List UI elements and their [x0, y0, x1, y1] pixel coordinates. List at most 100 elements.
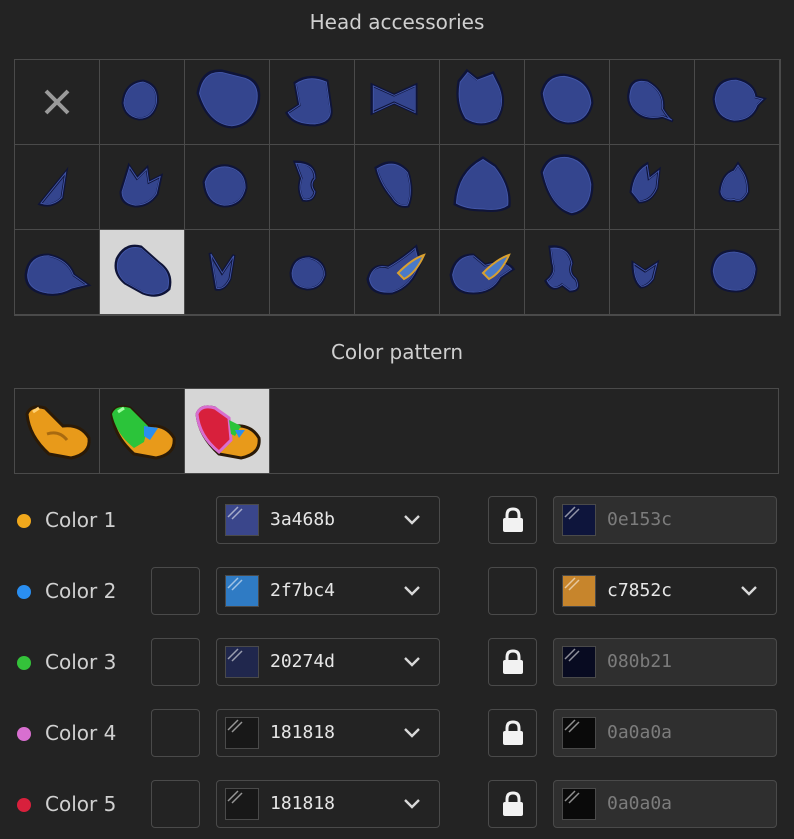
- hat-8-icon: [712, 77, 767, 123]
- lock-toggle[interactable]: [488, 638, 537, 686]
- color-select[interactable]: 3a468b: [216, 496, 440, 544]
- color-checkbox[interactable]: [151, 780, 200, 828]
- shade-color-select[interactable]: c7852c: [553, 567, 777, 615]
- bow-icon: [370, 82, 418, 116]
- accessory-option-2[interactable]: [100, 60, 185, 145]
- shade-color-swatch: [562, 646, 596, 678]
- accessory-option-13[interactable]: [270, 145, 355, 230]
- lock-icon: [502, 649, 523, 674]
- hat-12-icon: [292, 160, 317, 202]
- color-swatch: [225, 646, 259, 678]
- hat-19-icon: [114, 244, 172, 297]
- accessory-option-26[interactable]: [610, 230, 695, 315]
- color-select[interactable]: 181818: [216, 709, 440, 757]
- accessory-option-18[interactable]: [695, 145, 780, 230]
- color-hex-value: 181818: [270, 722, 336, 743]
- shade-color-swatch: [562, 717, 596, 749]
- accessory-option-5[interactable]: [355, 60, 440, 145]
- color-dot: [17, 514, 31, 528]
- pattern-icon-1: [25, 405, 91, 460]
- hat-5-icon: [456, 68, 504, 126]
- hat-15-icon: [540, 154, 594, 216]
- color-hex-value: 2f7bc4: [270, 580, 336, 601]
- lock-toggle[interactable]: [488, 709, 537, 757]
- hat-6-icon: [540, 73, 594, 125]
- hat-16-icon: [629, 161, 661, 204]
- accessory-option-9[interactable]: [695, 60, 780, 145]
- accessory-option-16[interactable]: [525, 145, 610, 230]
- color-row-1: Color 1 3a468b 0e153c: [0, 496, 794, 546]
- lock-toggle[interactable]: [488, 780, 537, 828]
- color-row-5: Color 5 181818 0a0a0a: [0, 780, 794, 830]
- hat-3-icon: [285, 76, 333, 127]
- accessory-option-15[interactable]: [440, 145, 525, 230]
- accessory-option-4[interactable]: [270, 60, 355, 145]
- color-swatch: [225, 717, 259, 749]
- shade-color-swatch: [562, 504, 596, 536]
- color-checkbox[interactable]: [151, 709, 200, 757]
- chevron-down-icon: [404, 728, 420, 738]
- color-row-2: Color 2 2f7bc4 c7852c: [0, 567, 794, 617]
- lock-toggle[interactable]: [488, 567, 537, 615]
- accessory-option-14[interactable]: [355, 145, 440, 230]
- accessory-option-6[interactable]: [440, 60, 525, 145]
- color-label: Color 1: [45, 508, 117, 532]
- color-dot: [17, 585, 31, 599]
- pattern-icon-2: [110, 405, 176, 460]
- hat-10-icon: [119, 162, 164, 208]
- shade-hex-value: 0a0a0a: [607, 722, 673, 743]
- accessory-option-25[interactable]: [525, 230, 610, 315]
- color-checkbox[interactable]: [151, 638, 200, 686]
- shade-hex-value: c7852c: [607, 580, 673, 601]
- shade-color-swatch: [562, 575, 596, 607]
- none-x-icon: [44, 89, 70, 115]
- lock-toggle[interactable]: [488, 496, 537, 544]
- hat-20-icon: [208, 252, 236, 291]
- color-dot: [17, 727, 31, 741]
- hat-26-icon: [710, 249, 758, 293]
- accessory-option-3[interactable]: [185, 60, 270, 145]
- chevron-down-icon: [404, 799, 420, 809]
- color-pattern-title: Color pattern: [330, 340, 464, 364]
- pattern-option-3[interactable]: [185, 389, 270, 473]
- hat-13-icon: [374, 161, 413, 208]
- color-row-4: Color 4 181818 0a0a0a: [0, 709, 794, 759]
- accessory-option-8[interactable]: [610, 60, 695, 145]
- accessory-option-11[interactable]: [100, 145, 185, 230]
- accessory-option-19[interactable]: [15, 230, 100, 315]
- shade-hex-value: 080b21: [607, 651, 673, 672]
- color-dot: [17, 798, 31, 812]
- pattern-option-1[interactable]: [15, 389, 100, 473]
- accessory-option-21[interactable]: [185, 230, 270, 315]
- pattern-option-2[interactable]: [100, 389, 185, 473]
- color-pattern-grid: [14, 388, 779, 474]
- color-swatch: [225, 504, 259, 536]
- color-select[interactable]: 181818: [216, 780, 440, 828]
- color-label: Color 3: [45, 650, 117, 674]
- accessory-option-7[interactable]: [525, 60, 610, 145]
- hat-24-icon: [544, 245, 580, 293]
- color-label: Color 4: [45, 721, 117, 745]
- color-select[interactable]: 20274d: [216, 638, 440, 686]
- shade-hex-value: 0a0a0a: [607, 793, 673, 814]
- hat-9-icon: [37, 166, 69, 207]
- color-label: Color 2: [45, 579, 117, 603]
- hat-17-icon: [718, 161, 750, 203]
- accessory-option-12[interactable]: [185, 145, 270, 230]
- accessory-option-17[interactable]: [610, 145, 695, 230]
- accessory-option-23[interactable]: [355, 230, 440, 315]
- accessory-option-24[interactable]: [440, 230, 525, 315]
- color-hex-value: 3a468b: [270, 509, 336, 530]
- chevron-down-icon: [404, 657, 420, 667]
- shade-color-select: 080b21: [553, 638, 777, 686]
- accessory-option-10[interactable]: [15, 145, 100, 230]
- color-select[interactable]: 2f7bc4: [216, 567, 440, 615]
- lock-icon: [502, 791, 523, 816]
- accessory-option-1[interactable]: [15, 60, 100, 145]
- accessory-option-20[interactable]: [100, 230, 185, 315]
- color-hex-value: 20274d: [270, 651, 336, 672]
- accessory-option-22[interactable]: [270, 230, 355, 315]
- color-swatch: [225, 788, 259, 820]
- accessory-option-27[interactable]: [695, 230, 780, 315]
- color-checkbox[interactable]: [151, 567, 200, 615]
